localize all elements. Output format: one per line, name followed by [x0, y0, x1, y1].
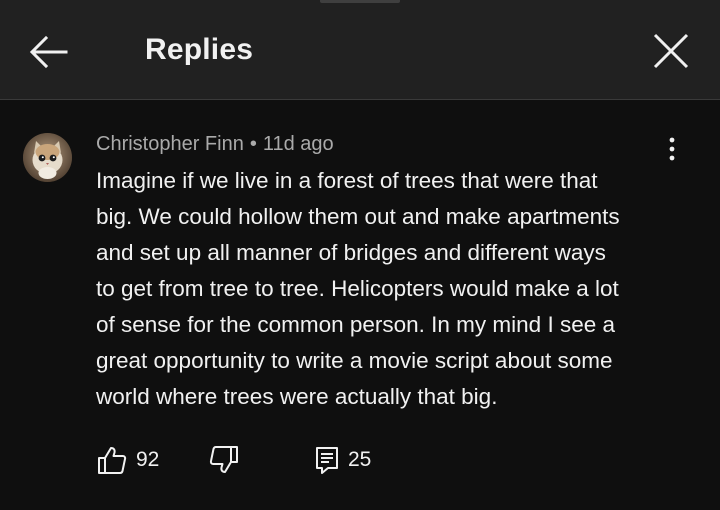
- like-count: 92: [136, 448, 160, 471]
- replies-header: Replies: [0, 0, 720, 100]
- arrow-left-icon: [29, 35, 68, 69]
- comment-meta: Christopher Finn • 11d ago: [96, 133, 334, 156]
- cat-avatar-icon: [23, 133, 72, 182]
- meta-separator: •: [249, 133, 257, 155]
- comment-icon: [316, 447, 338, 474]
- like-button[interactable]: 92: [96, 443, 159, 477]
- comment-text-line: of sense for the common person. In my mi…: [96, 312, 615, 337]
- comment-text-line: great opportunity to write a movie scrip…: [96, 348, 613, 373]
- reply-count: 25: [348, 448, 372, 471]
- reply-button[interactable]: 25: [314, 443, 371, 477]
- comment-timestamp: 11d ago: [262, 133, 334, 155]
- comment-text-line: big. We could hollow them out and make a…: [96, 204, 620, 229]
- comment-text: Imagine if we live in a forest of trees …: [96, 163, 696, 415]
- thumb-up-icon: [98, 447, 127, 474]
- comment-text-line: to get from tree to tree. Helicopters wo…: [96, 276, 619, 301]
- comment-text-line: world where trees were actually that big…: [96, 384, 498, 409]
- dislike-button[interactable]: [208, 443, 240, 477]
- back-button[interactable]: [26, 30, 70, 74]
- comment-text-line: Imagine if we live in a forest of trees …: [96, 168, 598, 193]
- close-icon: [653, 33, 689, 69]
- drag-handle[interactable]: [320, 0, 400, 3]
- avatar[interactable]: [23, 133, 72, 182]
- comment-author[interactable]: Christopher Finn: [96, 133, 244, 155]
- more-vert-icon: [669, 137, 675, 161]
- more-options-button[interactable]: [660, 136, 684, 164]
- thumb-down-icon: [209, 446, 238, 473]
- page-title: Replies: [145, 33, 254, 66]
- close-button[interactable]: [648, 28, 694, 74]
- comment-text-line: and set up all manner of bridges and dif…: [96, 240, 606, 265]
